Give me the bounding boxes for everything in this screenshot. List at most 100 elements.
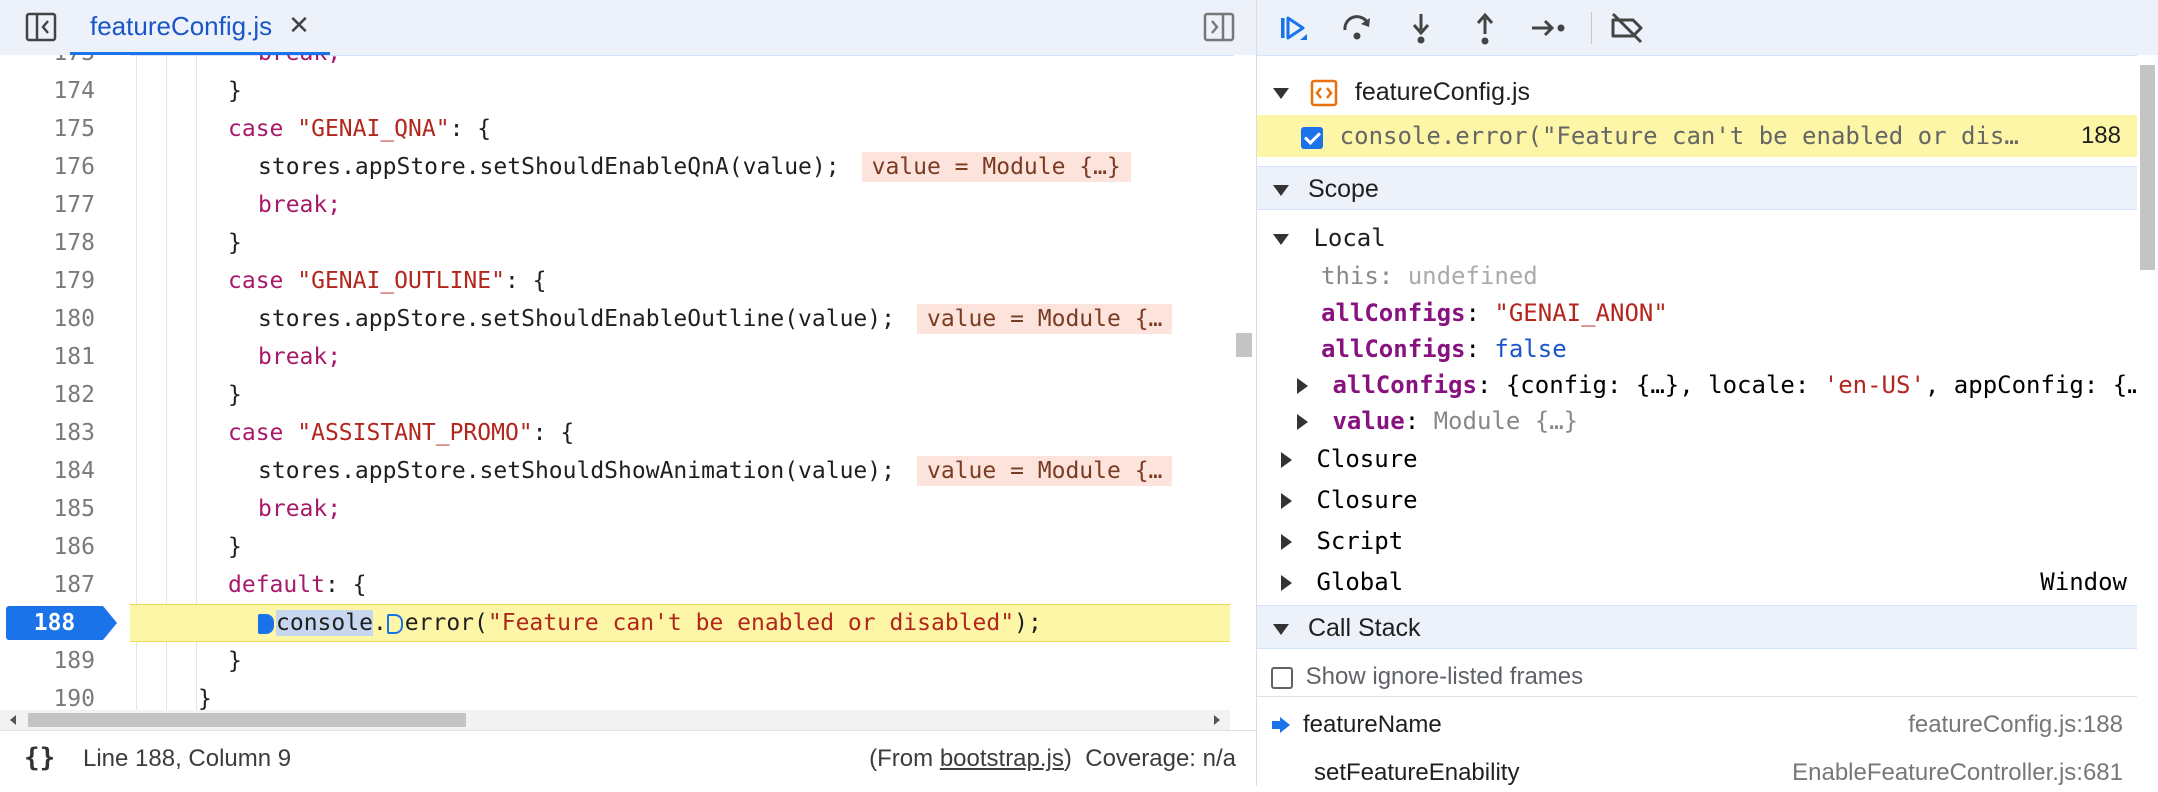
expand-triangle-icon[interactable] <box>1297 414 1308 430</box>
step-button[interactable] <box>1527 6 1571 50</box>
collapse-triangle-icon[interactable] <box>1273 623 1289 635</box>
callstack-frame[interactable]: setFeatureEnability EnableFeatureControl… <box>1257 754 2137 792</box>
variable-name: allConfigs <box>1321 335 1466 363</box>
callstack-frame-active[interactable]: featureName featureConfig.js:188 <box>1257 706 2137 744</box>
line-number[interactable]: 179 <box>0 262 95 300</box>
callstack-section-header[interactable]: Call Stack <box>1257 605 2137 649</box>
code-line: case "ASSISTANT_PROMO": { <box>228 414 574 452</box>
line-number[interactable]: 185 <box>0 490 95 528</box>
line-number[interactable]: 177 <box>0 186 95 224</box>
editor-vertical-scrollbar[interactable] <box>1234 55 1256 710</box>
debugger-sidebar: featureConfig.js console.error("Feature … <box>1257 0 2158 786</box>
code-token: console <box>276 610 373 636</box>
scope-variable[interactable]: allConfigs: "GENAI_ANON" <box>1257 295 2137 331</box>
line-number[interactable]: 178 <box>0 224 95 262</box>
step-out-button[interactable] <box>1463 6 1507 50</box>
step-icon <box>1532 19 1565 37</box>
frame-location[interactable]: EnableFeatureController.js:681 <box>1792 754 2123 792</box>
collapse-triangle-icon[interactable] <box>1273 184 1289 196</box>
line-number[interactable]: 176 <box>0 148 95 186</box>
source-suffix: ) <box>1063 745 1072 772</box>
inline-breakpoint-marker[interactable] <box>258 613 274 634</box>
scope-variable[interactable]: value: Module {…} <box>1257 403 2137 439</box>
scope-variable[interactable]: allConfigs: false <box>1257 331 2137 367</box>
scroll-right-icon[interactable] <box>1212 714 1222 726</box>
scrollbar-thumb[interactable] <box>28 713 466 727</box>
expand-triangle-icon[interactable] <box>1297 378 1308 394</box>
code-token: default <box>228 572 325 598</box>
expand-triangle-icon[interactable] <box>1281 493 1292 509</box>
resume-icon <box>1281 16 1307 40</box>
code-token: "Feature can't be enabled or disabled" <box>487 610 1015 636</box>
line-number[interactable]: 174 <box>0 72 95 110</box>
scope-variable[interactable]: allConfigs: {config: {…}, locale: 'en-US… <box>1257 367 2137 403</box>
scope-closure-group[interactable]: Closure <box>1257 482 2137 518</box>
expand-triangle-icon[interactable] <box>1281 452 1292 468</box>
expand-triangle-icon[interactable] <box>1281 534 1292 550</box>
code-line: stores.appStore.setShouldShowAnimation(v… <box>258 452 1173 490</box>
line-number[interactable]: 183 <box>0 414 95 452</box>
scope-section-header[interactable]: Scope <box>1257 166 2137 210</box>
sidebar-vertical-scrollbar[interactable] <box>2137 55 2158 786</box>
editor-horizontal-scrollbar[interactable] <box>0 710 1230 730</box>
toggle-navigator-icon[interactable] <box>24 10 58 44</box>
scope-script-group[interactable]: Script <box>1257 523 2137 559</box>
close-icon[interactable]: ✕ <box>288 13 310 39</box>
breakpoint-checkbox[interactable] <box>1301 126 1323 149</box>
line-number[interactable]: 182 <box>0 376 95 414</box>
current-frame-arrow-icon <box>1272 717 1290 733</box>
line-number[interactable]: 181 <box>0 338 95 376</box>
line-number[interactable]: 187 <box>0 566 95 604</box>
scope-global-group[interactable]: Global Window <box>1257 564 2137 600</box>
code-area[interactable]: break; } case "GENAI_QNA": { stores.appS… <box>130 55 1230 710</box>
deactivate-breakpoints-button[interactable] <box>1605 6 1649 50</box>
line-number[interactable]: 184 <box>0 452 95 490</box>
code-token: : { <box>532 420 575 446</box>
callstack-title: Call Stack <box>1307 614 1421 642</box>
editor-status-bar: {} Line 188, Column 9 (From bootstrap.js… <box>0 730 1256 787</box>
breakpoint-entry[interactable]: console.error("Feature can't be enabled … <box>1257 115 2137 157</box>
collapse-triangle-icon[interactable] <box>1273 233 1289 245</box>
breakpoint-file-group[interactable]: featureConfig.js <box>1257 72 2137 112</box>
scope-global-value: Window <box>2040 568 2127 596</box>
variable-name: this <box>1321 262 1379 290</box>
inline-breakpoint-marker[interactable] <box>386 613 403 634</box>
resume-button[interactable] <box>1271 6 1315 50</box>
scroll-left-icon[interactable] <box>8 714 18 726</box>
code-token: stores.appStore.setShouldEnableOutline(v… <box>258 306 895 332</box>
variable-separator: : <box>1404 407 1434 435</box>
scope-variable[interactable]: this: undefined <box>1257 258 2137 294</box>
variable-value: "GENAI_ANON" <box>1494 299 1668 327</box>
scrollbar-thumb[interactable] <box>2140 65 2155 270</box>
line-number[interactable]: 173 <box>0 55 95 72</box>
frame-location[interactable]: featureConfig.js:188 <box>1908 706 2123 744</box>
line-number[interactable]: 189 <box>0 642 95 680</box>
code-token: "GENAI_QNA" <box>297 116 450 142</box>
pretty-print-icon[interactable]: {} <box>24 743 55 773</box>
line-number[interactable]: 180 <box>0 300 95 338</box>
code-token: case <box>228 116 284 142</box>
step-over-button[interactable] <box>1335 6 1379 50</box>
tab-featureconfig[interactable]: featureConfig.js ✕ <box>70 0 330 55</box>
ignore-listed-checkbox[interactable] <box>1271 666 1293 689</box>
scope-local-header[interactable]: Local <box>1257 220 2137 256</box>
step-into-button[interactable] <box>1399 6 1443 50</box>
scrollbar-thumb[interactable] <box>1236 333 1252 357</box>
line-number[interactable]: 190 <box>0 680 95 710</box>
scope-closure-group[interactable]: Closure <box>1257 441 2137 477</box>
toggle-debugger-sidebar-icon[interactable] <box>1202 10 1236 44</box>
line-number[interactable]: 186 <box>0 528 95 566</box>
expand-triangle-icon[interactable] <box>1281 575 1292 591</box>
code-line: break; <box>258 490 341 528</box>
code-token: . <box>372 610 387 636</box>
scope-group-label: Closure <box>1316 486 1418 514</box>
breakpoint-line-number[interactable]: 188 <box>6 606 117 640</box>
line-number[interactable]: 175 <box>0 110 95 148</box>
scope-title: Scope <box>1307 175 1379 203</box>
code-line: stores.appStore.setShouldEnableOutline(v… <box>258 300 1173 338</box>
ignore-listed-toggle[interactable]: Show ignore-listed frames <box>1257 657 2137 697</box>
variable-value: Module {…} <box>1433 407 1579 435</box>
source-map-link[interactable]: bootstrap.js <box>940 745 1064 772</box>
collapse-triangle-icon[interactable] <box>1273 87 1289 99</box>
source-prefix: (From <box>869 745 940 772</box>
